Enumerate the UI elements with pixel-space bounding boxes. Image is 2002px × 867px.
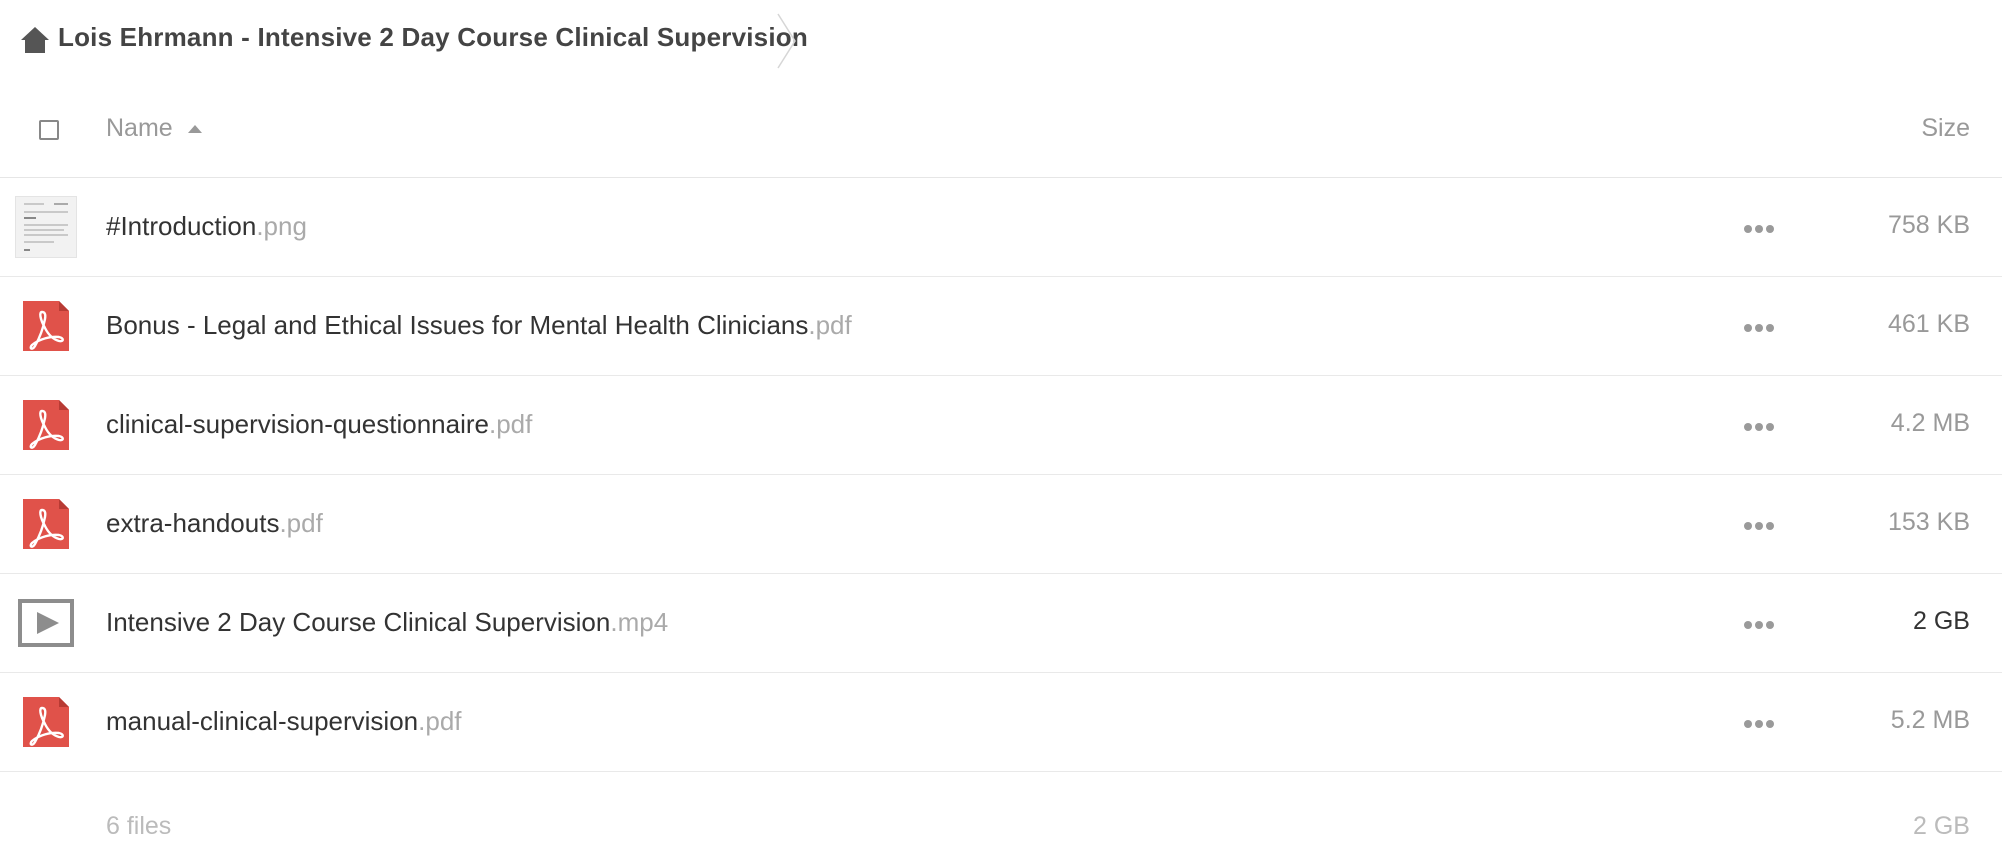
file-count: 6 files — [106, 812, 172, 840]
file-extension: .pdf — [808, 310, 852, 340]
file-name[interactable]: Intensive 2 Day Course Clinical Supervis… — [106, 607, 668, 638]
file-row[interactable]: manual-clinical-supervision.pdf 5.2 MB — [0, 673, 2002, 772]
more-actions-icon[interactable] — [1744, 620, 1774, 630]
file-list-summary: 6 files 2 GB — [0, 768, 2002, 848]
file-basename: #Introduction — [106, 211, 257, 241]
file-row[interactable]: clinical-supervision-questionnaire.pdf 4… — [0, 376, 2002, 475]
more-actions-icon[interactable] — [1744, 521, 1774, 531]
more-actions-icon[interactable] — [1744, 422, 1774, 432]
more-actions-icon[interactable] — [1744, 719, 1774, 729]
file-size: 2 GB — [1913, 607, 1970, 635]
column-name-header[interactable]: Name — [106, 114, 173, 143]
file-row[interactable]: Bonus - Legal and Ethical Issues for Men… — [0, 277, 2002, 376]
more-actions-icon[interactable] — [1744, 323, 1774, 333]
file-extension: .pdf — [279, 508, 323, 538]
file-basename: clinical-supervision-questionnaire — [106, 409, 489, 439]
file-size: 5.2 MB — [1890, 706, 1970, 734]
breadcrumb-separator-icon — [777, 13, 796, 69]
file-basename: Bonus - Legal and Ethical Issues for Men… — [106, 310, 809, 340]
file-name[interactable]: clinical-supervision-questionnaire.pdf — [106, 409, 532, 440]
pdf-icon[interactable] — [15, 691, 77, 753]
file-name[interactable]: #Introduction.png — [106, 211, 307, 242]
file-row[interactable]: Intensive 2 Day Course Clinical Supervis… — [0, 574, 2002, 673]
pdf-icon[interactable] — [15, 295, 77, 357]
file-size: 758 KB — [1887, 211, 1970, 239]
file-row[interactable]: #Introduction.png 758 KB — [0, 178, 2002, 277]
file-extension: .pdf — [418, 706, 462, 736]
file-name[interactable]: extra-handouts.pdf — [106, 508, 323, 539]
breadcrumb-current-folder[interactable]: Lois Ehrmann - Intensive 2 Day Course Cl… — [58, 22, 808, 53]
file-name[interactable]: Bonus - Legal and Ethical Issues for Men… — [106, 310, 852, 341]
file-list: #Introduction.png 758 KB Bonus - Legal a… — [0, 178, 2002, 772]
total-size: 2 GB — [1913, 812, 1970, 840]
file-size: 461 KB — [1887, 310, 1970, 338]
video-icon[interactable] — [15, 592, 77, 654]
file-size: 153 KB — [1887, 508, 1970, 536]
file-basename: extra-handouts — [106, 508, 280, 538]
file-row[interactable]: extra-handouts.pdf 153 KB — [0, 475, 2002, 574]
file-size: 4.2 MB — [1890, 409, 1970, 437]
file-basename: manual-clinical-supervision — [106, 706, 419, 736]
pdf-icon[interactable] — [15, 394, 77, 456]
file-list-header: Name Size — [0, 82, 2002, 178]
pdf-icon[interactable] — [15, 493, 77, 555]
select-all-checkbox[interactable] — [39, 120, 59, 140]
file-basename: Intensive 2 Day Course Clinical Supervis… — [106, 607, 611, 637]
file-name[interactable]: manual-clinical-supervision.pdf — [106, 706, 462, 737]
image-thumbnail[interactable] — [15, 196, 77, 258]
breadcrumb: Lois Ehrmann - Intensive 2 Day Course Cl… — [0, 0, 2002, 82]
sort-ascending-icon[interactable] — [188, 125, 202, 133]
file-extension: .mp4 — [610, 607, 669, 637]
home-icon[interactable] — [20, 26, 50, 54]
file-extension: .pdf — [488, 409, 533, 439]
more-actions-icon[interactable] — [1744, 224, 1774, 234]
column-size-header[interactable]: Size — [1921, 114, 1970, 143]
file-extension: .png — [256, 211, 307, 241]
